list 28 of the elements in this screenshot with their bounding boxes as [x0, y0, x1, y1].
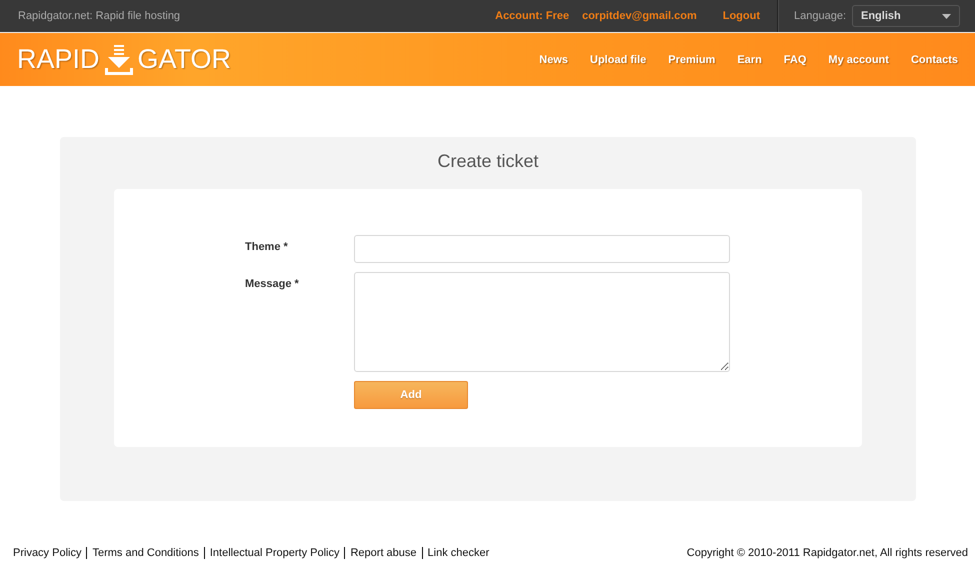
nav-link[interactable]: Premium — [668, 54, 716, 66]
download-icon — [104, 44, 134, 76]
nav-link[interactable]: Contacts — [910, 54, 958, 66]
site-tagline: Rapidgator.net: Rapid file hosting — [18, 10, 180, 22]
copyright: Copyright © 2010-2011 Rapidgator.net, All rights reserved — [686, 547, 968, 559]
nav-link[interactable]: Earn — [737, 54, 762, 66]
theme-input[interactable] — [354, 235, 730, 263]
footer-link[interactable]: Link checker — [422, 547, 494, 559]
message-textarea[interactable] — [354, 272, 730, 372]
panel-title: Create ticket — [436, 151, 540, 172]
footer-link[interactable]: Intellectual Property Policy — [204, 547, 344, 559]
nav-link[interactable]: News — [539, 54, 568, 66]
logo-text: RAPID — [17, 44, 100, 75]
nav-link[interactable]: FAQ — [784, 54, 806, 66]
nav-link[interactable]: My account — [828, 54, 889, 66]
email-link[interactable]: corpitdev@gmail.com — [582, 10, 697, 22]
logout-link[interactable]: Logout — [722, 10, 760, 22]
logo-text: GATOR — [138, 44, 232, 75]
caret-icon — [942, 14, 951, 18]
nav-link[interactable]: Upload file — [590, 54, 646, 66]
field-label: Theme * — [245, 240, 289, 255]
footer-link[interactable]: Privacy Policy — [13, 547, 86, 559]
account-type: Account: Free — [495, 10, 570, 22]
language-select[interactable]: English — [852, 5, 960, 27]
field-label: Message * — [245, 277, 300, 292]
language-label: Language: — [794, 10, 846, 22]
footer-link[interactable]: Report abuse — [344, 547, 422, 559]
footer-link[interactable]: Terms and Conditions — [86, 547, 204, 559]
